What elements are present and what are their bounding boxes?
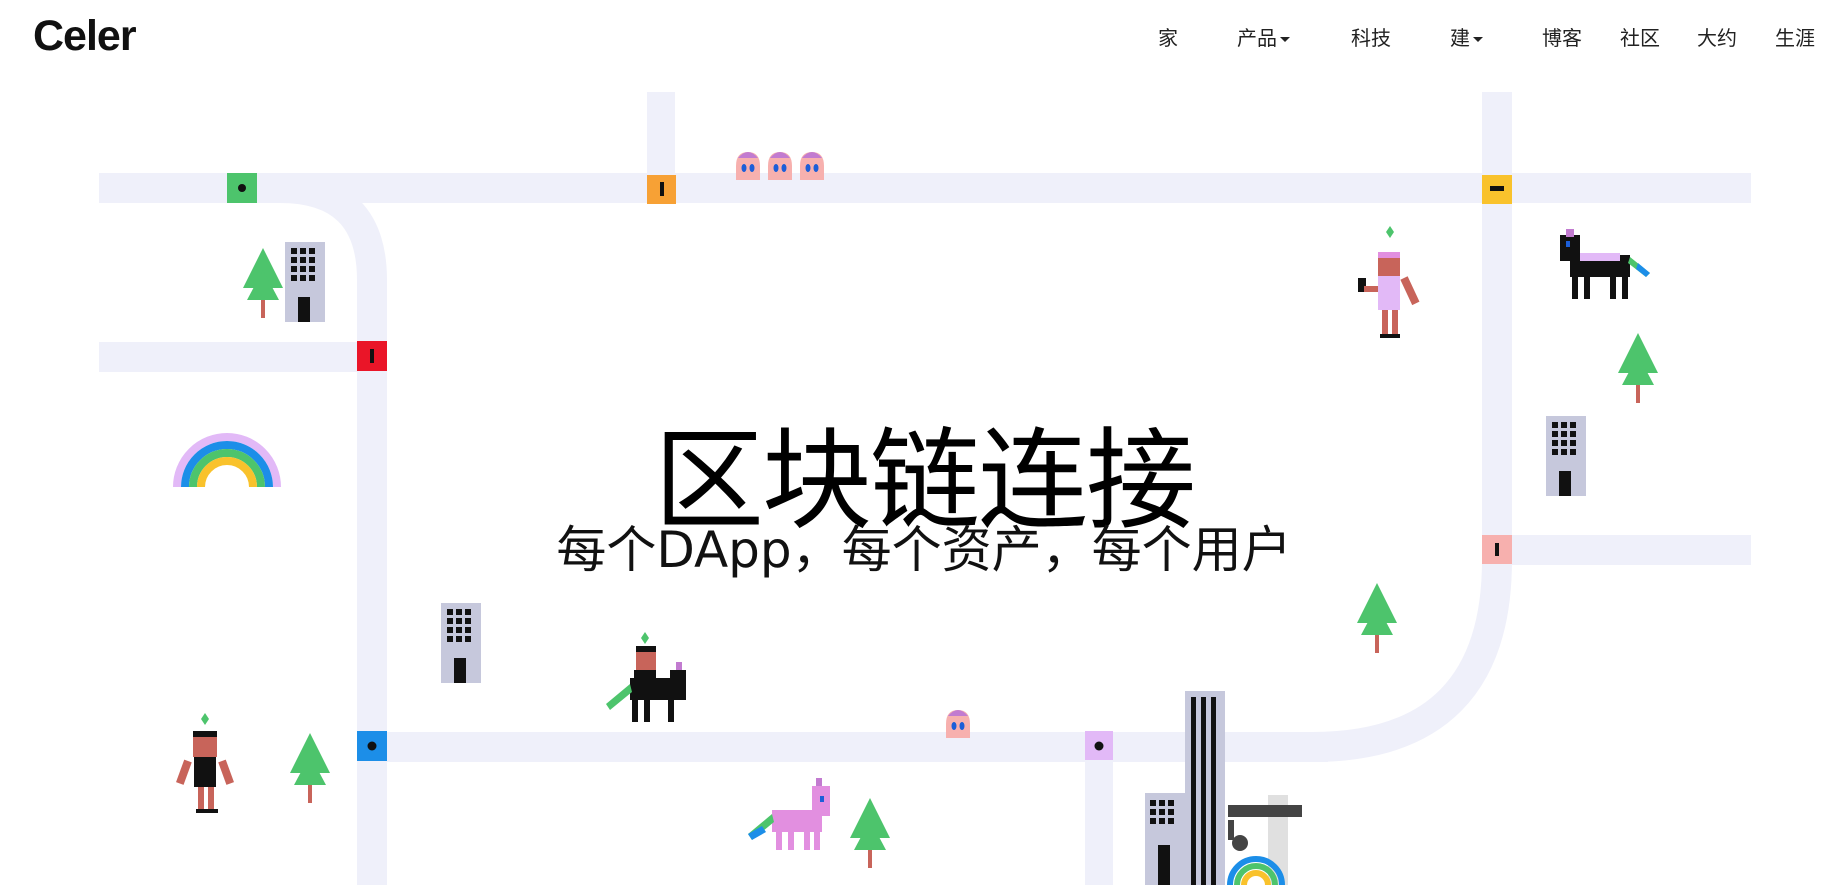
nav-item-label: 大约 xyxy=(1697,26,1737,50)
top-navigation: Celer 家 产品 科技 建 博客 社区 大约 生涯 xyxy=(0,0,1848,76)
nav-item-label: 社区 xyxy=(1620,26,1660,50)
nav-item-label: 博客 xyxy=(1542,26,1582,50)
nav-item-label: 生涯 xyxy=(1775,26,1815,50)
nav-item-products[interactable]: 产品 xyxy=(1237,22,1290,51)
nav-item-community[interactable]: 社区 xyxy=(1620,22,1660,51)
nav-item-home[interactable]: 家 xyxy=(1158,22,1178,51)
celer-logo[interactable]: Celer xyxy=(33,12,137,61)
hero-title: 区块链连接 xyxy=(654,416,1196,545)
chevron-down-icon xyxy=(1280,37,1290,42)
nav-item-blog[interactable]: 博客 xyxy=(1542,22,1582,51)
chevron-down-icon xyxy=(1473,37,1483,42)
nav-item-about[interactable]: 大约 xyxy=(1697,22,1737,51)
nav-item-label: 家 xyxy=(1158,26,1178,50)
nav-item-label: 建 xyxy=(1450,26,1470,50)
nav-item-careers[interactable]: 生涯 xyxy=(1775,22,1815,51)
nav-item-build[interactable]: 建 xyxy=(1450,22,1483,51)
nav-item-label: 科技 xyxy=(1351,26,1391,50)
nav-item-label: 产品 xyxy=(1237,26,1277,50)
hero-subtitle: 每个DApp，每个资产，每个用户 xyxy=(556,520,1292,579)
nav-item-technology[interactable]: 科技 xyxy=(1351,22,1391,51)
